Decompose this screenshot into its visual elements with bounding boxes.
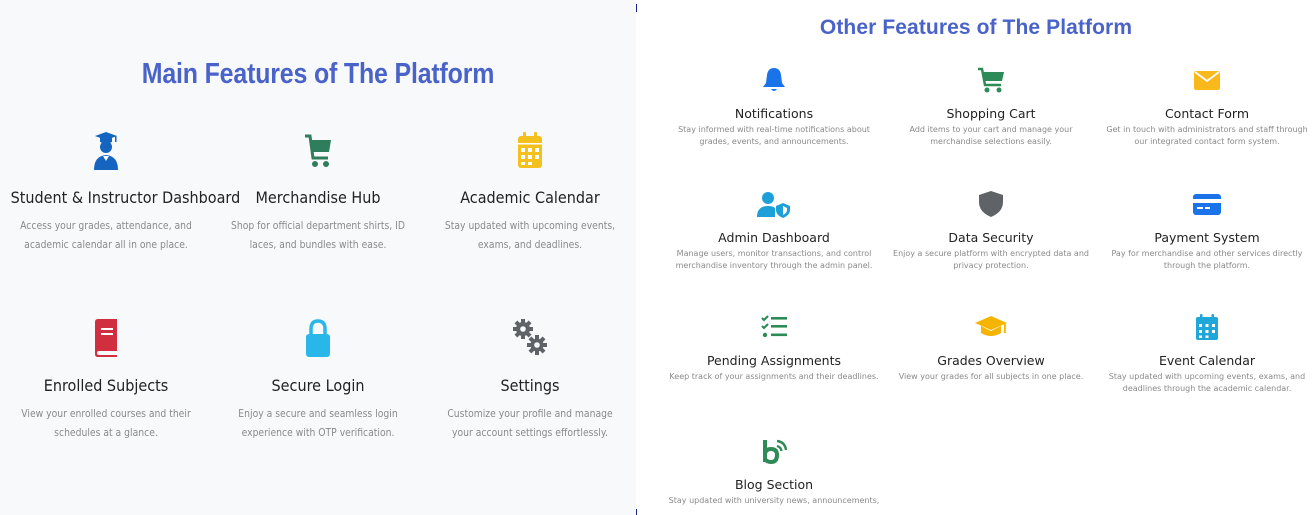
feature-enrolled-subjects: Enrolled Subjects View your enrolled cou… [0, 318, 212, 443]
feature-name: Payment System [1154, 230, 1260, 245]
feature-name: Secure Login [271, 376, 365, 395]
feature-description: View your grades for all subjects in one… [898, 372, 1084, 381]
feature-academic-calendar: Academic Calendar Stay updated with upco… [424, 130, 636, 255]
shopping-cart-icon [978, 67, 1004, 93]
feature-description: Pay for merchandise and other services d… [1111, 249, 1303, 270]
shopping-cart-icon [305, 134, 331, 167]
user-shield-icon [757, 192, 790, 218]
feature-merchandise-hub: Merchandise Hub Shop for official depart… [212, 130, 424, 255]
credit-card-icon [1193, 194, 1221, 215]
feature-description: Stay updated with upcoming events, exams… [1108, 372, 1306, 393]
feature-event-calendar: Event Calendar Stay updated with upcomin… [1097, 313, 1314, 394]
feature-name: Academic Calendar [460, 188, 600, 207]
shield-icon [979, 191, 1003, 217]
main-features-title: Main Features of The Platform [141, 58, 495, 90]
task-list-icon [761, 315, 787, 338]
feature-description: Enjoy a secure and seamless login experi… [238, 408, 398, 439]
feature-description: Access your grades, attendance, and acad… [20, 220, 192, 251]
gears-icon [513, 319, 547, 355]
feature-pending-assignments: Pending Assignments Keep track of your a… [664, 313, 884, 383]
bell-icon [763, 68, 785, 91]
feature-name: Student & Instructor Dashboard [10, 188, 241, 207]
feature-name: Admin Dashboard [718, 230, 830, 245]
feature-name: Pending Assignments [706, 353, 842, 368]
feature-description: Enjoy a secure platform with encrypted d… [893, 249, 1089, 270]
feature-description: Get in touch with administrators and sta… [1106, 125, 1308, 146]
other-features-title: Other Features of The Platform [819, 16, 1133, 39]
feature-description: Manage users, monitor transactions, and … [675, 249, 873, 270]
feature-name: Shopping Cart [946, 106, 1036, 121]
feature-admin-dashboard: Admin Dashboard Manage users, monitor tr… [664, 190, 884, 271]
graduation-cap-icon [975, 316, 1007, 336]
feature-grades-overview: Grades Overview View your grades for all… [881, 313, 1101, 383]
feature-data-security: Data Security Enjoy a secure platform wi… [881, 190, 1101, 271]
feature-description: Stay updated with upcoming events, exams… [444, 220, 616, 251]
feature-name: Event Calendar [1159, 353, 1255, 368]
feature-student-instructor-dashboard: Student & Instructor Dashboard Access yo… [0, 130, 241, 255]
feature-notifications: Notifications Stay informed with real-ti… [664, 66, 884, 147]
feature-description: View your enrolled courses and their sch… [21, 408, 191, 439]
feature-description: Add items to your cart and manage your m… [909, 125, 1073, 146]
book-icon [95, 319, 117, 357]
feature-description: Stay updated with university news, annou… [668, 496, 880, 505]
feature-payment-system: Payment System Pay for merchandise and o… [1097, 190, 1314, 271]
feature-name: Notifications [734, 106, 814, 121]
calendar-icon [1196, 314, 1218, 340]
calendar-icon [518, 132, 542, 168]
feature-name: Blog Section [734, 477, 814, 492]
envelope-icon [1194, 71, 1220, 90]
feature-description: Customize your profile and manage your a… [447, 408, 613, 439]
feature-name: Enrolled Subjects [43, 376, 169, 395]
feature-name: Contact Form [1164, 106, 1250, 121]
blog-icon [763, 439, 788, 465]
feature-name: Settings [500, 376, 560, 395]
feature-description: Keep track of your assignments and their… [669, 372, 879, 381]
other-features-panel: Other Features of The Platform Notificat… [638, 0, 1314, 515]
feature-secure-login: Secure Login Enjoy a secure and seamless… [212, 318, 424, 443]
feature-contact-form: Contact Form Get in touch with administr… [1097, 66, 1314, 147]
feature-blog-section: Blog Section Stay updated with universit… [664, 437, 884, 507]
feature-description: Stay informed with real-time notificatio… [678, 125, 870, 146]
feature-shopping-cart: Shopping Cart Add items to your cart and… [881, 66, 1101, 147]
feature-description: Shop for official department shirts, ID … [230, 220, 406, 251]
feature-name: Data Security [948, 230, 1034, 245]
lock-icon [306, 319, 330, 357]
main-features-panel: Main Features of The Platform Student & … [0, 0, 636, 515]
graduate-user-icon [94, 132, 118, 170]
feature-settings: Settings Customize your profile and mana… [424, 318, 636, 443]
feature-name: Grades Overview [937, 353, 1045, 368]
feature-name: Merchandise Hub [255, 188, 381, 207]
